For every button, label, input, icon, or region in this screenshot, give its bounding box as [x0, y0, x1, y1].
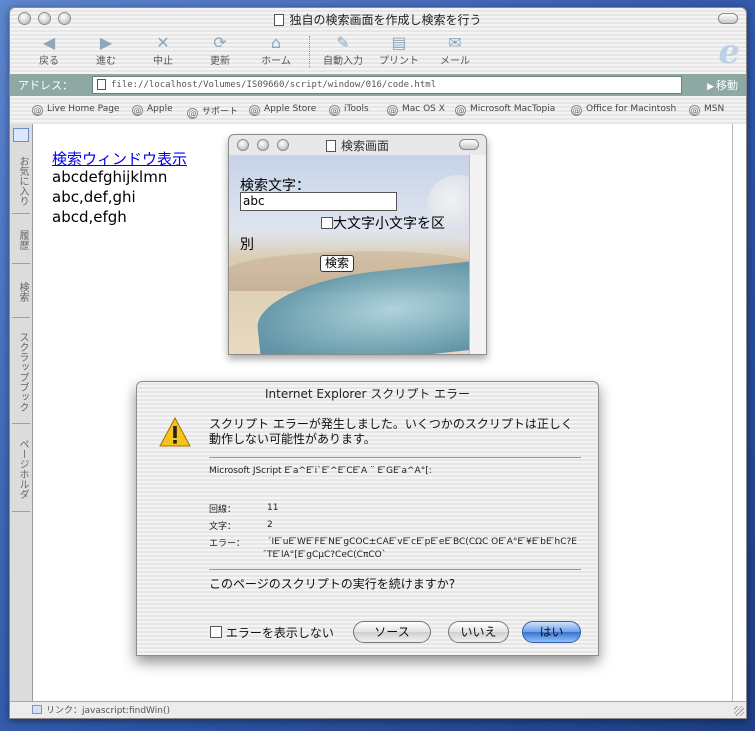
go-arrow-icon: ▶ [707, 82, 714, 92]
line-number-value: 11 [267, 503, 279, 513]
back-arrow-icon: ◀ [42, 33, 56, 52]
title-bar: 独自の検索画面を作成し検索を行う [10, 8, 746, 30]
case-sensitive-option[interactable]: 大文字小文字を区 [321, 213, 445, 233]
explorer-side-tabs: お気に入り 履歴 検索 スクラップブック ページホルダ [10, 124, 33, 702]
case-sensitive-checkbox[interactable] [321, 217, 333, 229]
content-line: abc,def,ghi [52, 188, 136, 206]
divider [209, 569, 581, 570]
case-sensitive-label-wrap: 別 [240, 237, 254, 253]
at-icon: @ [187, 108, 198, 119]
at-icon: @ [132, 105, 143, 116]
forward-arrow-icon: ▶ [99, 33, 113, 52]
favorite-mac-os-x[interactable]: @ Mac OS X [387, 104, 445, 116]
dialog-title: Internet Explorer スクリプト エラー [264, 387, 471, 401]
toolbar-separator [309, 36, 311, 68]
tab-history[interactable]: 履歴 [12, 216, 30, 264]
popup-title: 検索画面 [229, 137, 486, 154]
refresh-icon: ⟳ [213, 33, 227, 52]
favorite-apple[interactable]: @ Apple [132, 104, 173, 116]
divider [209, 457, 581, 458]
address-bar: アドレス： file://localhost/Volumes/IS09660/s… [10, 74, 746, 96]
favorite-support[interactable]: @ サポート [187, 104, 238, 119]
document-icon [274, 14, 285, 26]
script-error-dialog: Internet Explorer スクリプト エラー スクリプト エラーが発生… [136, 381, 599, 656]
page-icon [97, 79, 106, 90]
at-icon: @ [32, 105, 43, 116]
tab-scrapbook[interactable]: スクラップブック [12, 320, 30, 424]
error-message: スクリプト エラーが発生しました。いくつかのスクリプトは正しく動作しない可能性が… [209, 417, 573, 446]
address-input[interactable]: file://localhost/Volumes/IS09660/script/… [92, 76, 682, 94]
forward-button[interactable]: ▶ 進む [81, 33, 131, 68]
resize-grip[interactable] [734, 706, 744, 716]
favorite-msn[interactable]: @ MSN [689, 104, 724, 116]
autofill-button[interactable]: ✎ 自動入力 [318, 33, 368, 68]
favorite-live-home-page[interactable]: @ Live Home Page [32, 104, 119, 116]
toolbar-toggle-button[interactable] [718, 13, 738, 24]
suppress-errors-option[interactable]: エラーを表示しない [210, 624, 334, 641]
home-button[interactable]: ⌂ ホーム [251, 33, 301, 68]
search-button[interactable]: 検索 [320, 255, 355, 272]
go-button[interactable]: ▶ 移動 [707, 77, 738, 93]
source-button[interactable]: ソース [353, 621, 431, 643]
line-number-label: 回線： [209, 505, 237, 515]
search-input[interactable]: abc [240, 192, 397, 211]
at-icon: @ [455, 105, 466, 116]
error-value: ´IE ̄uE ̄WE ̄FE ̄NE ̄gCOC±CAE ̄vE ̄cE ̄p… [267, 537, 577, 560]
explorer-bar-toggle-icon[interactable] [13, 128, 29, 142]
status-bar: リンク：javascript:findWin() [10, 701, 746, 718]
favorite-apple-store[interactable]: @ Apple Store [249, 104, 316, 116]
tab-page-holder[interactable]: ページホルダ [12, 426, 30, 512]
tab-favorites[interactable]: お気に入り [12, 148, 30, 214]
envelope-icon: ✉ [448, 33, 462, 52]
script-engine-line: Microsoft JScript E ̄a^E ̄i`E ̄^E ̄CE ̄A… [209, 466, 432, 476]
popup-scrollbar[interactable] [469, 155, 486, 354]
character-value: 2 [267, 520, 273, 530]
at-icon: @ [249, 105, 260, 116]
search-popup-window: 検索画面 検索文字： abc 大文字小文字を区 別 検索 [228, 134, 487, 355]
popup-toolbar-toggle[interactable] [459, 139, 479, 150]
window-title: 独自の検索画面を作成し検索を行う [10, 11, 746, 28]
favorite-office-for-macintosh[interactable]: @ Office for Macintosh [571, 104, 676, 116]
mail-button[interactable]: ✉ メール [430, 33, 480, 68]
link-status-icon [32, 705, 42, 714]
ie-logo-icon: e [718, 32, 740, 72]
suppress-errors-checkbox[interactable] [210, 626, 222, 638]
at-icon: @ [329, 105, 340, 116]
pen-icon: ✎ [336, 33, 350, 52]
home-icon: ⌂ [270, 33, 282, 52]
print-button[interactable]: ▤ プリント [374, 33, 424, 68]
content-line: abcdefghijklmn [52, 168, 168, 186]
continue-question: このページのスクリプトの実行を続けますか? [209, 577, 456, 591]
favorite-microsoft-mactopia[interactable]: @ Microsoft MacTopia [455, 104, 555, 116]
document-icon [325, 140, 336, 152]
character-label: 文字： [209, 522, 237, 532]
favorites-bar: @ Live Home Page @ Apple @ サポート @ Apple Stor… [10, 100, 746, 120]
refresh-button[interactable]: ⟳ 更新 [195, 33, 245, 68]
address-label: アドレス： [18, 79, 73, 92]
page-scrollbar[interactable] [732, 124, 746, 702]
warning-icon [159, 417, 191, 447]
stop-button[interactable]: ✕ 中止 [138, 33, 188, 68]
stop-x-icon: ✕ [156, 33, 170, 52]
show-search-window-link[interactable]: 検索ウィンドウ表示 [52, 148, 187, 169]
toolbar: ◀ 戻る ▶ 進む ✕ 中止 ⟳ 更新 ⌂ ホーム ✎ 自動入力 ▤ プリント ✉ メール e [10, 30, 746, 72]
favorite-itools[interactable]: @ iTools [329, 104, 369, 116]
at-icon: @ [689, 105, 700, 116]
no-button[interactable]: いいえ [448, 621, 509, 643]
back-button[interactable]: ◀ 戻る [24, 33, 74, 68]
at-icon: @ [571, 105, 582, 116]
yes-button[interactable]: はい [522, 621, 581, 643]
at-icon: @ [387, 105, 398, 116]
content-line: abcd,efgh [52, 208, 127, 226]
tab-search[interactable]: 検索 [12, 266, 30, 318]
error-label: エラー： [209, 539, 246, 549]
printer-icon: ▤ [391, 33, 407, 52]
